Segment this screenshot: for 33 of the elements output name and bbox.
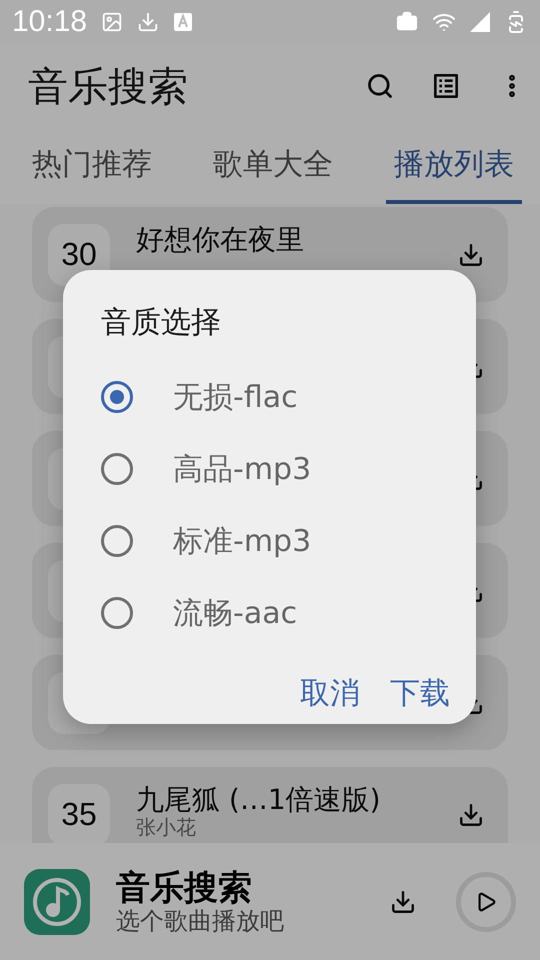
song-title: 九尾狐 (…1倍速版) xyxy=(136,784,382,816)
download-icon[interactable] xyxy=(390,888,416,914)
option-label[interactable]: 高品-mp3 xyxy=(173,448,312,490)
player-subtitle: 选个歌曲播放吧 xyxy=(116,908,285,932)
dialog-button[interactable]: 下载 xyxy=(390,667,450,720)
download-icon[interactable] xyxy=(458,242,484,268)
app-logo xyxy=(24,868,90,934)
tab[interactable]: 热门推荐 xyxy=(24,128,160,204)
download-icon xyxy=(137,11,160,33)
dialog-button[interactable]: 取消 xyxy=(300,667,360,720)
radio-button[interactable] xyxy=(101,381,133,413)
radio-button[interactable] xyxy=(101,597,133,629)
radio-button[interactable] xyxy=(101,525,133,557)
download-icon[interactable] xyxy=(458,802,484,828)
briefcase-icon xyxy=(396,11,418,33)
option-label[interactable]: 流畅-aac xyxy=(173,592,298,634)
tab[interactable]: 歌单大全 xyxy=(205,128,341,204)
radio-button[interactable] xyxy=(101,453,133,485)
keyboard-icon xyxy=(173,12,194,32)
song-card[interactable]: 35 九尾狐 (…1倍速版) 张小花 xyxy=(32,767,508,843)
play-button[interactable] xyxy=(456,872,516,932)
song-title: 好想你在夜里 xyxy=(136,224,305,256)
song-artist: 张小花 xyxy=(136,816,197,839)
song-number: 35 xyxy=(48,784,110,843)
player-title: 音乐搜索 xyxy=(116,870,253,904)
image-icon xyxy=(101,11,124,33)
option-label[interactable]: 无损-flac xyxy=(173,376,298,418)
status-time: 10:18 xyxy=(12,5,88,39)
signal-icon xyxy=(470,12,490,32)
search-icon[interactable] xyxy=(366,72,394,100)
option-label[interactable]: 标准-mp3 xyxy=(173,520,312,562)
dialog-title: 音质选择 xyxy=(101,304,221,342)
app-title: 音乐搜索 xyxy=(28,62,189,112)
